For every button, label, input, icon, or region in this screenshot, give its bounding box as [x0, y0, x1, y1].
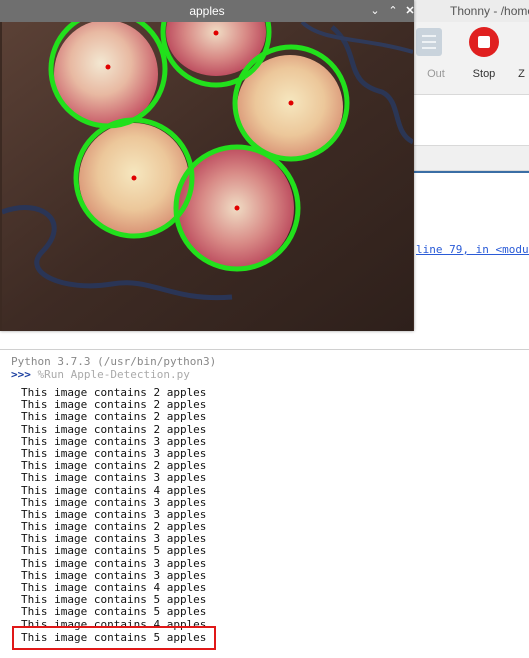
shell-line: This image contains 2 apples — [21, 422, 207, 436]
apples-window-title: apples — [189, 4, 225, 18]
shell-prompt: >>> — [11, 368, 31, 381]
zoom-label: Z — [518, 68, 525, 80]
shell-command: %Run Apple-Detection.py — [37, 368, 190, 381]
center-dot — [131, 175, 137, 181]
shell-line: This image contains 5 apples — [21, 544, 207, 558]
traceback-link[interactable]: line 79, in <modul — [416, 243, 529, 256]
shell-prompt-line: >>> %Run Apple-Detection.py — [11, 368, 190, 381]
step-out-button[interactable]: Out — [414, 26, 458, 88]
apples-window[interactable]: apples ⌄ ⌃ ✕ — [0, 0, 417, 331]
maximize-icon[interactable]: ⌃ — [386, 4, 400, 18]
center-dot — [213, 30, 219, 36]
step-out-icon — [416, 28, 442, 56]
zoom-button[interactable]: Z — [514, 26, 529, 88]
center-dot — [288, 100, 294, 106]
shell-line: This image contains 3 apples — [21, 471, 207, 485]
center-dot — [234, 205, 240, 211]
step-out-label: Out — [427, 68, 445, 80]
apples-window-titlebar[interactable]: apples ⌄ ⌃ ✕ — [0, 0, 417, 22]
detection-image — [2, 22, 413, 331]
shell-output: This image contains 2 apples This image … — [21, 387, 481, 644]
stop-button[interactable]: Stop — [462, 26, 506, 88]
editor-area[interactable] — [414, 95, 529, 145]
shell-line: This image contains 2 apples — [21, 410, 207, 424]
shell-line: This image contains 4 apples — [21, 483, 207, 497]
thonny-title: Thonny - /home/ — [414, 0, 529, 22]
panel-separator — [414, 145, 529, 171]
minimize-icon[interactable]: ⌄ — [368, 4, 382, 18]
shell-header: Python 3.7.3 (/usr/bin/python3) — [11, 355, 217, 368]
highlighted-shell-line: This image contains 5 apples — [21, 631, 207, 644]
stop-icon — [469, 27, 499, 57]
close-icon[interactable]: ✕ — [403, 4, 417, 18]
thonny-toolbar: Out Stop Z — [414, 22, 529, 95]
shell-divider — [0, 349, 529, 350]
panel-divider — [414, 171, 529, 173]
center-dot — [105, 64, 111, 70]
stop-label: Stop — [472, 68, 496, 80]
shell-line: This image contains 5 apples — [21, 605, 207, 619]
shell-line: This image contains 3 apples — [21, 556, 207, 570]
